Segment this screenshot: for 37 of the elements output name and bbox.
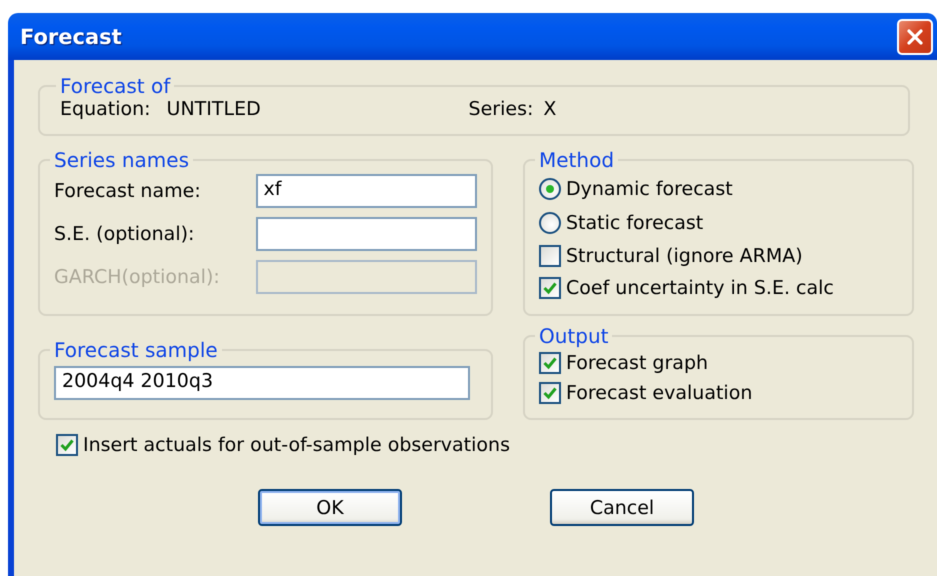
- group-title: Output: [538, 324, 610, 348]
- checkbox[interactable]: [56, 434, 78, 456]
- equation-label: Equation:: [60, 98, 151, 120]
- check-icon: [542, 280, 558, 296]
- input-field[interactable]: [256, 217, 477, 251]
- radio-button[interactable]: [539, 178, 561, 200]
- field-label: GARCH(optional):: [54, 266, 221, 288]
- checkbox[interactable]: [539, 352, 561, 374]
- check-icon: [59, 436, 75, 452]
- option-label: Static forecast: [566, 212, 704, 234]
- field-label: Forecast name:: [54, 180, 202, 202]
- series-name: X: [543, 98, 556, 120]
- group-title: Series names: [53, 148, 190, 172]
- checkbox[interactable]: [539, 245, 561, 267]
- checkbox-label: Insert actuals for out-of-sample observations: [83, 434, 510, 456]
- series-label: Series:: [468, 98, 534, 120]
- equation-name: UNTITLED: [166, 98, 262, 120]
- checkbox[interactable]: [539, 382, 561, 404]
- check-icon: [542, 355, 558, 371]
- checkbox-label: Forecast evaluation: [566, 382, 752, 404]
- sample-input-field[interactable]: 2004q4 2010q3: [54, 366, 470, 400]
- checkbox-label: Coef uncertainty in S.E. calc: [566, 277, 834, 299]
- checkbox-label: Structural (ignore ARMA): [566, 245, 803, 267]
- cancel-button[interactable]: Cancel: [550, 489, 694, 526]
- field-label: S.E. (optional):: [54, 223, 196, 245]
- group-title: Forecast sample: [53, 338, 219, 362]
- close-button[interactable]: [897, 18, 933, 54]
- input-field[interactable]: xf: [256, 174, 477, 208]
- check-icon: [542, 385, 558, 401]
- group-title: Forecast of: [59, 74, 172, 98]
- checkbox[interactable]: [539, 277, 561, 299]
- radio-button[interactable]: [539, 212, 561, 234]
- ok-button[interactable]: OK: [258, 489, 402, 526]
- checkbox-label: Forecast graph: [566, 352, 708, 374]
- group-title: Method: [538, 148, 616, 172]
- window-title: Forecast: [20, 24, 122, 48]
- option-label: Dynamic forecast: [566, 178, 733, 200]
